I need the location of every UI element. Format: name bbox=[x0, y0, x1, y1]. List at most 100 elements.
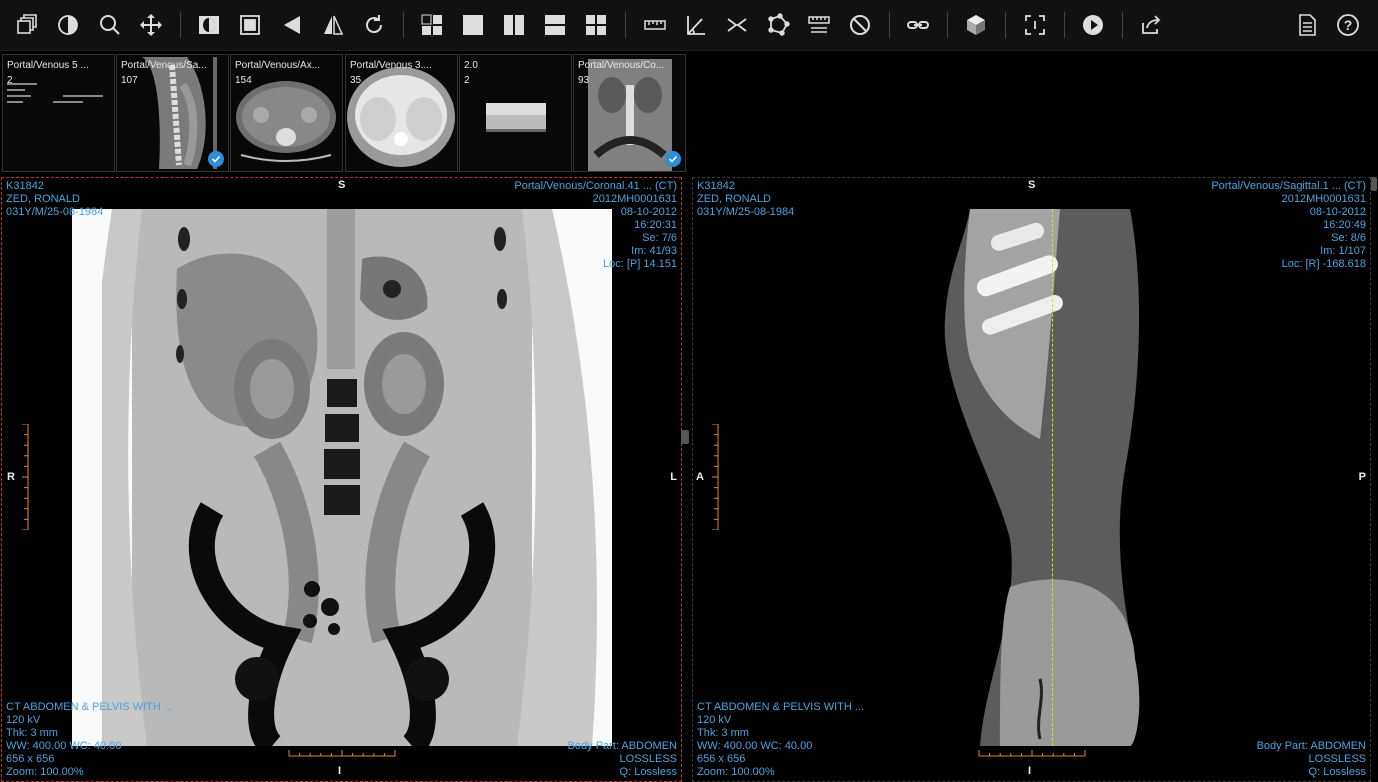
toolbar-separator bbox=[947, 12, 948, 38]
quality: Q: Lossless bbox=[619, 766, 677, 778]
patient-info: K31842 ZED, RONALD 031Y/M/25-08-1984 bbox=[6, 180, 103, 219]
patient-info: K31842 ZED, RONALD 031Y/M/25-08-1984 bbox=[697, 180, 794, 219]
series-thumbnail-strip: Portal/Venous 5 ... 2 Portal/Venous/Sa..… bbox=[0, 52, 1378, 174]
study-time: 16:20:49 bbox=[1323, 219, 1366, 231]
flip-horizontal-icon[interactable] bbox=[277, 10, 307, 40]
series-number: Se: 7/6 bbox=[642, 232, 677, 244]
thumbnail-image bbox=[347, 67, 455, 167]
slice-thickness: Thk: 3 mm bbox=[6, 727, 58, 739]
layout-grid-icon[interactable] bbox=[417, 10, 447, 40]
accession-number: 2012MH0001631 bbox=[592, 193, 677, 205]
flip-vertical-icon[interactable] bbox=[318, 10, 348, 40]
link-icon[interactable] bbox=[903, 10, 933, 40]
thumbnail-count: 2 bbox=[7, 75, 13, 86]
pan-icon[interactable] bbox=[136, 10, 166, 40]
image-quality-info: Body Part: ABDOMEN LOSSLESS Q: Lossless bbox=[568, 740, 677, 779]
patient-name: ZED, RONALD bbox=[697, 193, 771, 205]
image-number: Im: 1/107 bbox=[1320, 245, 1366, 257]
angle-icon[interactable] bbox=[681, 10, 711, 40]
series-thumbnail[interactable]: Portal/Venous 3.... 35 bbox=[345, 54, 458, 172]
toolbar-separator bbox=[1064, 12, 1065, 38]
series-description: Portal/Venous/Sagittal.1 ... (CT) bbox=[1211, 180, 1366, 192]
rotate-icon[interactable] bbox=[359, 10, 389, 40]
series-thumbnail[interactable]: Portal/Venous 5 ... 2 bbox=[2, 54, 115, 172]
body-part: Body Part: ABDOMEN bbox=[1256, 740, 1366, 752]
thumbnail-title: Portal/Venous 3.... bbox=[350, 60, 432, 71]
study-time: 16:20:31 bbox=[634, 219, 677, 231]
orientation-bottom: I bbox=[1028, 765, 1032, 777]
fit-icon[interactable] bbox=[235, 10, 265, 40]
toolbar-separator bbox=[403, 12, 404, 38]
series-number: Se: 8/6 bbox=[1331, 232, 1366, 244]
layout-2x2-icon[interactable] bbox=[581, 10, 611, 40]
patient-age-dob: 031Y/M/25-08-1984 bbox=[6, 206, 104, 218]
orientation-top: S bbox=[1028, 179, 1036, 191]
layout-1x2-icon[interactable] bbox=[499, 10, 529, 40]
clear-icon[interactable] bbox=[845, 10, 875, 40]
contrast-icon[interactable] bbox=[53, 10, 83, 40]
layout-2x1-icon[interactable] bbox=[540, 10, 570, 40]
toolbar-separator bbox=[889, 12, 890, 38]
crosshair-icon[interactable] bbox=[1020, 10, 1050, 40]
compression: LOSSLESS bbox=[1308, 753, 1366, 765]
layout-1x1-icon[interactable] bbox=[458, 10, 488, 40]
slice-location: Loc: [R] -168.618 bbox=[1281, 258, 1366, 270]
roi-icon[interactable] bbox=[763, 10, 793, 40]
toolbar-separator bbox=[180, 12, 181, 38]
matrix-size: 656 x 656 bbox=[697, 753, 746, 765]
viewport-sagittal[interactable]: K31842 ZED, RONALD 031Y/M/25-08-1984 Por… bbox=[692, 177, 1371, 782]
thumbnail-image bbox=[236, 81, 336, 162]
slice-thickness: Thk: 3 mm bbox=[697, 727, 749, 739]
thumbnail-count: 154 bbox=[235, 75, 252, 86]
report-icon[interactable] bbox=[1292, 10, 1322, 40]
thumbnail-title: 2.0 bbox=[464, 60, 478, 71]
patient-id: K31842 bbox=[697, 180, 735, 192]
selected-check-icon bbox=[208, 151, 224, 167]
series-icon[interactable] bbox=[12, 10, 42, 40]
compression: LOSSLESS bbox=[619, 753, 677, 765]
toolbar-separator bbox=[1122, 12, 1123, 38]
matrix-size: 656 x 656 bbox=[6, 753, 55, 765]
zoom-icon[interactable] bbox=[95, 10, 125, 40]
thumbnail-title: Portal/Venous/Sa... bbox=[121, 60, 207, 71]
zoom-level: Zoom: 100.00% bbox=[697, 766, 775, 778]
sagittal-ct-image bbox=[944, 209, 1140, 746]
slice-location: Loc: [P] 14.151 bbox=[603, 258, 677, 270]
orientation-bottom: I bbox=[338, 765, 342, 777]
viewport-coronal[interactable]: K31842 ZED, RONALD 031Y/M/25-08-1984 Por… bbox=[1, 177, 682, 782]
cobb-angle-icon[interactable] bbox=[722, 10, 752, 40]
series-thumbnail[interactable]: Portal/Venous/Ax... 154 bbox=[230, 54, 343, 172]
main-toolbar: ? bbox=[0, 0, 1378, 51]
ruler-icon[interactable] bbox=[640, 10, 670, 40]
series-description: Portal/Venous/Coronal.41 ... (CT) bbox=[514, 180, 677, 192]
3d-cube-icon[interactable] bbox=[961, 10, 991, 40]
reference-line[interactable] bbox=[1052, 209, 1053, 746]
series-info: Portal/Venous/Coronal.41 ... (CT) 2012MH… bbox=[514, 180, 677, 271]
coronal-ct-image bbox=[72, 209, 612, 746]
horizontal-scale-bar bbox=[978, 750, 1086, 757]
invert-icon[interactable] bbox=[194, 10, 224, 40]
orientation-left: A bbox=[696, 471, 704, 483]
viewport-scrollbar[interactable] bbox=[1371, 177, 1377, 191]
study-date: 08-10-2012 bbox=[620, 206, 677, 218]
series-thumbnail[interactable]: 2.0 2 bbox=[459, 54, 572, 172]
window-level: WW: 400.00 WC: 40.00 bbox=[6, 740, 122, 752]
vertical-scale-bar bbox=[22, 424, 29, 530]
study-description: CT ABDOMEN & PELVIS WITH ... bbox=[6, 701, 174, 713]
viewport-splitter-handle[interactable] bbox=[681, 430, 689, 444]
orientation-left: R bbox=[7, 471, 15, 483]
help-icon[interactable]: ? bbox=[1333, 10, 1363, 40]
patient-id: K31842 bbox=[6, 180, 44, 192]
series-thumbnail[interactable]: Portal/Venous/Sa... 107 bbox=[116, 54, 229, 172]
thumbnail-count: 35 bbox=[350, 75, 362, 86]
orientation-right: L bbox=[670, 471, 677, 483]
thumbnail-title: Portal/Venous/Ax... bbox=[235, 60, 321, 71]
thumbnail-image bbox=[7, 83, 103, 103]
cine-play-icon[interactable] bbox=[1078, 10, 1108, 40]
vertical-scale-bar bbox=[712, 424, 719, 530]
thumbnail-count: 93 bbox=[578, 75, 590, 86]
series-thumbnail[interactable]: Portal/Venous/Co... 93 bbox=[573, 54, 686, 172]
share-icon[interactable] bbox=[1136, 10, 1166, 40]
calibrate-icon[interactable] bbox=[804, 10, 834, 40]
image-quality-info: Body Part: ABDOMEN LOSSLESS Q: Lossless bbox=[1257, 740, 1366, 779]
